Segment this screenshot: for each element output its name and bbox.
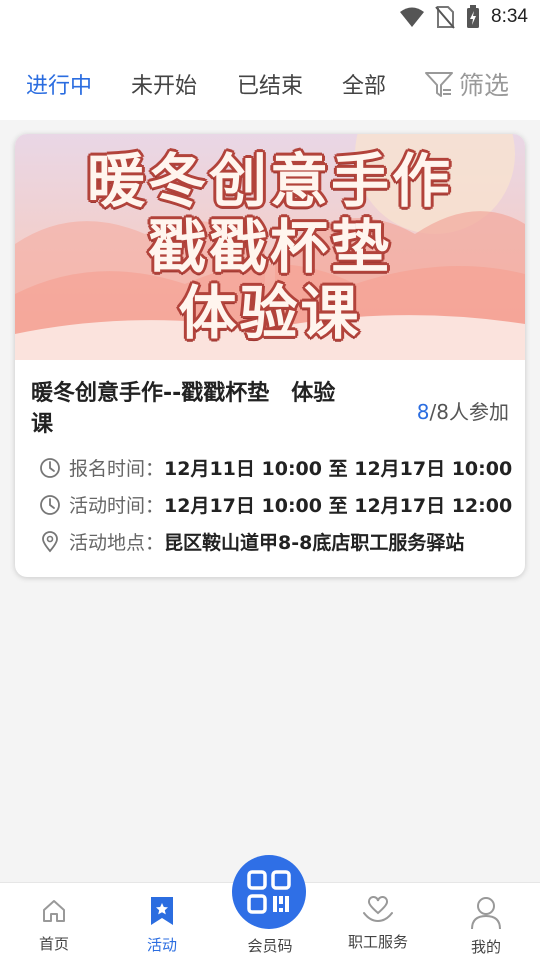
activity-title-line: 暖冬创意手作--戳戳杯垫 体验 (31, 381, 336, 406)
event-time-value: 12月17日 10:00 至 12月17日 12:00 (164, 495, 513, 517)
nav-home[interactable]: 首页 (9, 883, 99, 960)
nav-staff-service[interactable]: 职工服务 (333, 883, 423, 960)
nav-member-code-label: 会员码 (247, 937, 293, 955)
nav-activity-label: 活动 (146, 936, 177, 954)
filter-label: 筛选 (459, 71, 510, 100)
capacity-text: /8人参加 (429, 400, 509, 424)
banner-line: 暖冬创意手作 (86, 147, 453, 215)
nav-activity[interactable]: 活动 (117, 883, 207, 960)
heart-hand-icon (363, 895, 393, 923)
nav-mine[interactable]: 我的 (441, 883, 531, 960)
clock-icon (40, 457, 60, 478)
joined-count: 8 (416, 400, 430, 424)
location-row: 活动地点： 昆区鞍山道甲8-8底店职工服务驿站 (39, 528, 464, 555)
activity-title-line: 课 (31, 412, 54, 437)
location-value: 昆区鞍山道甲8-8底店职工服务驿站 (164, 532, 465, 554)
person-icon (471, 897, 501, 930)
event-time-label: 活动时间： (69, 495, 165, 517)
location-label: 活动地点： (69, 532, 165, 554)
funnel-icon (425, 72, 453, 97)
tab-ended[interactable]: 已结束 (237, 68, 303, 100)
wifi-icon (400, 7, 425, 27)
filter-button[interactable]: 筛选 (423, 66, 509, 102)
signup-time-row: 报名时间： 12月11日 10:00 至 12月17日 10:00 (39, 454, 512, 481)
qr-code-icon (247, 870, 291, 914)
filter-tabs: 进行中 未开始 已结束 全部 筛选 (0, 36, 540, 120)
home-icon (43, 900, 65, 922)
activity-card[interactable]: 暖冬创意手作 戳戳杯垫 体验课 暖冬创意手作--戳戳杯垫 体验 课 8/8人参加… (15, 134, 525, 577)
clock: 8:34 (491, 6, 528, 27)
nav-staff-service-label: 职工服务 (347, 933, 408, 951)
tab-not-started[interactable]: 未开始 (131, 68, 197, 100)
banner-line: 体验课 (178, 279, 362, 347)
clock-icon (40, 494, 60, 515)
member-code-button[interactable] (232, 855, 306, 929)
activity-title: 暖冬创意手作--戳戳杯垫 体验 课 (31, 378, 411, 440)
banner-line: 戳戳杯垫 (147, 213, 392, 281)
location-pin-icon (42, 530, 58, 552)
signup-time-label: 报名时间： (69, 458, 165, 480)
tab-in-progress[interactable]: 进行中 (26, 68, 92, 100)
nav-home-label: 首页 (38, 935, 69, 953)
event-time-row: 活动时间： 12月17日 10:00 至 12月17日 12:00 (39, 491, 512, 518)
no-sim-icon (435, 6, 455, 29)
status-bar: 8:34 (0, 0, 540, 36)
nav-mine-label: 我的 (470, 938, 501, 956)
participant-count: 8/8人参加 (417, 396, 509, 425)
tab-all[interactable]: 全部 (342, 68, 386, 100)
banner-title: 暖冬创意手作 戳戳杯垫 体验课 (15, 134, 525, 360)
battery-charging-icon (467, 5, 480, 28)
bookmark-star-icon (151, 897, 173, 925)
signup-time-value: 12月11日 10:00 至 12月17日 10:00 (164, 458, 513, 480)
